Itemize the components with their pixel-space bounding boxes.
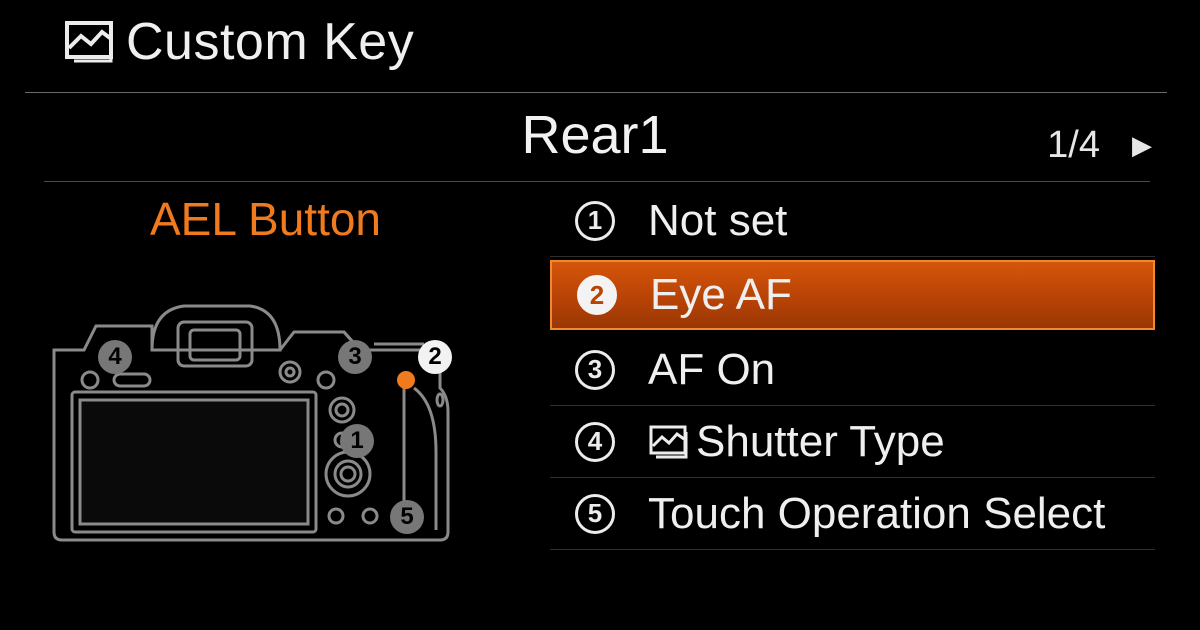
option-af-on[interactable]: 3 AF On <box>550 334 1155 406</box>
option-label: Eye AF <box>650 270 792 319</box>
option-label: AF On <box>648 344 776 394</box>
option-eye-af[interactable]: 2 Eye AF <box>550 260 1155 330</box>
callout-2: 2 <box>418 340 452 374</box>
option-number-badge: 2 <box>572 270 622 320</box>
triangle-right-icon[interactable]: ▶ <box>1132 130 1152 161</box>
callout-4: 4 <box>98 340 132 374</box>
option-list: 1 Not set 2 Eye AF 3 AF On 4 Shutter Typ… <box>550 185 1155 550</box>
selected-key-label: AEL Button <box>150 193 382 245</box>
menu-header: Custom Key <box>64 10 414 74</box>
callout-5: 5 <box>390 500 424 534</box>
option-label: Not set <box>648 195 788 245</box>
photo-mode-icon <box>649 425 688 458</box>
option-label-wrap: Shutter Type <box>648 417 945 467</box>
callout-1: 1 <box>340 424 374 458</box>
option-number-badge: 1 <box>570 196 620 246</box>
option-number-badge: 4 <box>570 417 620 467</box>
option-not-set[interactable]: 1 Not set <box>550 185 1155 257</box>
option-label: Shutter Type <box>696 416 945 466</box>
option-touch-operation-select[interactable]: 5 Touch Operation Select <box>550 478 1155 550</box>
photo-mode-icon <box>65 21 113 63</box>
tab-divider <box>44 181 1150 182</box>
page-title: Custom Key <box>126 13 415 71</box>
page-indicator: 1/4 <box>1047 124 1100 166</box>
header-divider <box>25 92 1167 93</box>
option-label: Touch Operation Select <box>648 488 1106 538</box>
tab-rear1[interactable]: Rear1 <box>0 104 1190 166</box>
option-shutter-type[interactable]: 4 Shutter Type <box>550 406 1155 478</box>
callout-3: 3 <box>338 340 372 374</box>
option-number-badge: 3 <box>570 345 620 395</box>
option-number-badge: 5 <box>570 489 620 539</box>
